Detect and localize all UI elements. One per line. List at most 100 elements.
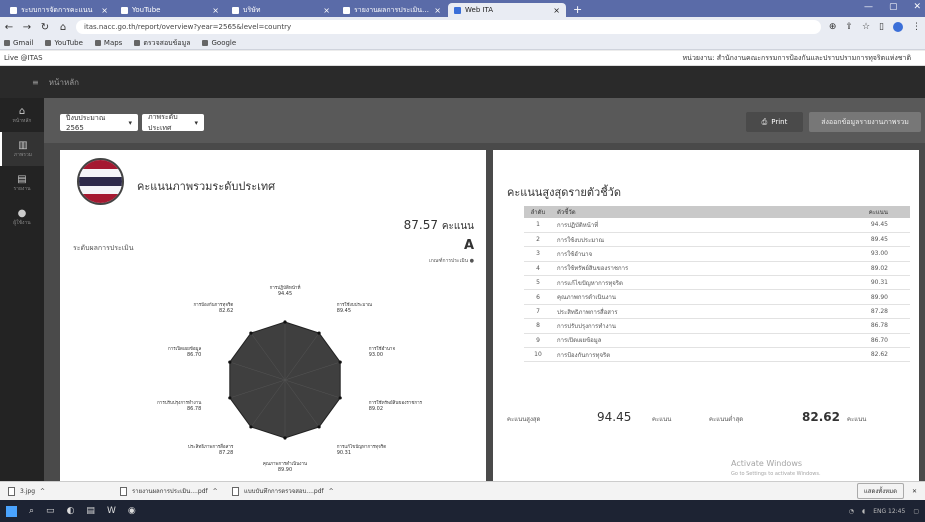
window-controls: — ▢ ✕ (864, 2, 921, 12)
download-item[interactable]: แบบบันทึกการตรวจสอบ....pdf ^ (232, 486, 334, 496)
year-dropdown[interactable]: ปีงบประมาณ 2565 ▾ (60, 114, 138, 132)
browser-tab[interactable]: รายงานผลการประเมินความเสี่ยงแห่งชาติ× (337, 3, 447, 17)
zoom-icon[interactable]: ⊕ (829, 22, 837, 32)
max-value: 94.45 (597, 410, 632, 424)
radar-value: 89.02 (369, 406, 383, 412)
row-no: 4 (524, 261, 552, 277)
download-filename: รายงานผลการประเมิน....pdf (132, 488, 208, 495)
grade-criteria-link[interactable]: เกณฑ์การประเมิน ● (429, 257, 474, 265)
close-tab-icon[interactable]: × (101, 6, 108, 15)
sidepanel-icon[interactable]: ▯ (879, 22, 884, 32)
download-item[interactable]: 3.jpg ^ (8, 486, 110, 496)
hamburger-icon[interactable]: ≡ (32, 78, 39, 87)
chevron-up-icon[interactable]: ^ (329, 488, 334, 495)
maximize-icon[interactable]: ▢ (889, 2, 898, 12)
print-button[interactable]: ⎙ Print (746, 112, 803, 132)
top-menu-label[interactable]: หน้าหลัก (49, 76, 79, 89)
word-icon[interactable]: W (107, 506, 116, 516)
new-tab-button[interactable]: + (567, 3, 588, 17)
menu-icon[interactable]: ⋮ (912, 22, 921, 32)
row-indicator: การป้องกันการทุจริต (552, 347, 820, 363)
home-icon: ⌂ (18, 105, 26, 117)
row-indicator: การปรับปรุงการทำงาน (552, 318, 820, 334)
ranking-table: ลำดับ ตัวชี้วัด คะแนน 1 การปฏิบัติหน้าที่… (524, 206, 910, 363)
url-input[interactable]: itas.nacc.go.th/report/overview?year=256… (76, 20, 821, 34)
row-indicator: คุณภาพการดำเนินงาน (552, 289, 820, 305)
file-icon (120, 486, 127, 496)
profile-avatar[interactable] (893, 22, 903, 32)
close-tab-icon[interactable]: × (434, 6, 441, 15)
radar-value: 87.28 (219, 450, 233, 456)
type-dropdown[interactable]: ภาพระดับประเทศ ▾ (142, 113, 204, 132)
export-button-label: ส่งออกข้อมูลรายงานภาพรวม (821, 117, 909, 126)
browser-tab[interactable]: ระบบการจัดการคะแนน × (4, 3, 114, 17)
close-tab-icon[interactable]: × (553, 6, 560, 15)
radar-value: 89.90 (278, 467, 292, 473)
browser-tab[interactable]: บริษัท × (226, 3, 336, 17)
show-all-button[interactable]: แสดงทั้งหมด (856, 483, 904, 499)
address-bar: ← → ↻ ⌂ itas.nacc.go.th/report/overview?… (0, 17, 925, 37)
table-row: 2 การใช้งบประมาณ 89.45 (524, 232, 910, 248)
sidebar-item[interactable]: ▥ ภาพรวม (0, 132, 44, 166)
bookmark-item[interactable]: YouTube (45, 39, 83, 47)
windows-start-icon[interactable] (6, 505, 17, 517)
row-no: 5 (524, 275, 552, 291)
close-tab-icon[interactable]: × (323, 6, 330, 15)
row-indicator: การแก้ไขปัญหาการทุจริต (552, 275, 820, 291)
download-item[interactable]: รายงานผลการประเมิน....pdf ^ (120, 486, 222, 496)
back-icon[interactable]: ← (4, 22, 14, 33)
bookmark-label: Google (211, 39, 237, 47)
ranking-header-row: ลำดับ ตัวชี้วัด คะแนน (524, 206, 910, 218)
close-window-icon[interactable]: ✕ (913, 2, 921, 12)
task-view-icon[interactable]: ▭ (46, 506, 55, 516)
notification-icon[interactable]: ▢ (913, 508, 919, 515)
radar-value: 93.00 (369, 352, 383, 358)
file-explorer-icon[interactable]: ▤ (86, 506, 95, 516)
watermark-title: Activate Windows (731, 459, 803, 468)
sidebar-item[interactable]: ● ผู้ใช้งาน (0, 200, 44, 234)
site-user[interactable]: หน่วยงาน: สำนักงานคณะกรรมการป้องกันและปร… (683, 53, 911, 64)
edge-icon[interactable]: ◐ (67, 506, 75, 516)
tab-title: YouTube (132, 6, 161, 14)
row-no: 7 (524, 304, 552, 320)
row-indicator: การใช้ทรัพย์สินของราชการ (552, 261, 820, 277)
forward-icon[interactable]: → (22, 22, 32, 33)
network-icon[interactable]: ◔ (849, 508, 854, 515)
file-icon (232, 486, 239, 496)
system-tray: ◔ ◖ ENG 12:45 ▢ (849, 508, 919, 515)
sidebar-item[interactable]: ▤ รายงาน (0, 166, 44, 200)
minimize-icon[interactable]: — (864, 2, 873, 12)
sidebar-item-label: ภาพรวม (13, 151, 33, 158)
chrome-icon[interactable]: ◉ (128, 506, 136, 516)
bookmark-item[interactable]: Maps (94, 39, 122, 47)
browser-tab[interactable]: Web ITA × (448, 3, 566, 17)
export-button[interactable]: ส่งออกข้อมูลรายงานภาพรวม (809, 112, 921, 132)
share-icon[interactable]: ⇪ (845, 22, 853, 32)
chevron-up-icon[interactable]: ^ (40, 488, 45, 495)
browser-tab[interactable]: YouTube × (115, 3, 225, 17)
chevron-up-icon[interactable]: ^ (213, 488, 218, 495)
bookmark-item[interactable]: ตรวจสอบข้อมูล (134, 38, 190, 49)
min-unit: คะแนน (847, 416, 867, 423)
reload-icon[interactable]: ↻ (40, 22, 50, 33)
site-label: Live @ITAS (4, 54, 43, 62)
close-tab-icon[interactable]: × (212, 6, 219, 15)
close-icon[interactable]: ✕ (912, 488, 917, 495)
home-icon[interactable]: ⌂ (58, 22, 68, 33)
radar-label: ประสิทธิภาพการสื่อสาร (188, 443, 234, 450)
row-score: 89.02 (820, 261, 910, 277)
main-content: ปีงบประมาณ 2565 ▾ ภาพระดับประเทศ ▾ ⎙ Pri… (44, 98, 925, 481)
bookmark-item[interactable]: Google (202, 39, 236, 47)
row-score: 90.31 (820, 275, 910, 291)
search-icon[interactable]: ⌕ (29, 506, 34, 516)
radar-label: การใช้อำนาจ (369, 345, 396, 352)
info-icon: ● (469, 258, 474, 264)
bookmark-item[interactable]: Gmail (4, 39, 33, 47)
volume-icon[interactable]: ◖ (862, 508, 865, 515)
header-indicator: ตัวชี้วัด (552, 206, 820, 218)
app: ≡ หน้าหลัก ⌂ หน้าหลัก ▥ ภาพรวม ▤ รายงาน ● ผู้ใช… (0, 66, 925, 481)
bookmark-icon (202, 40, 209, 46)
sidebar-item[interactable]: ⌂ หน้าหลัก (0, 98, 44, 132)
radar-label: การปรับปรุงการทำงาน (157, 399, 201, 406)
bookmark-star-icon[interactable]: ☆ (862, 22, 870, 32)
